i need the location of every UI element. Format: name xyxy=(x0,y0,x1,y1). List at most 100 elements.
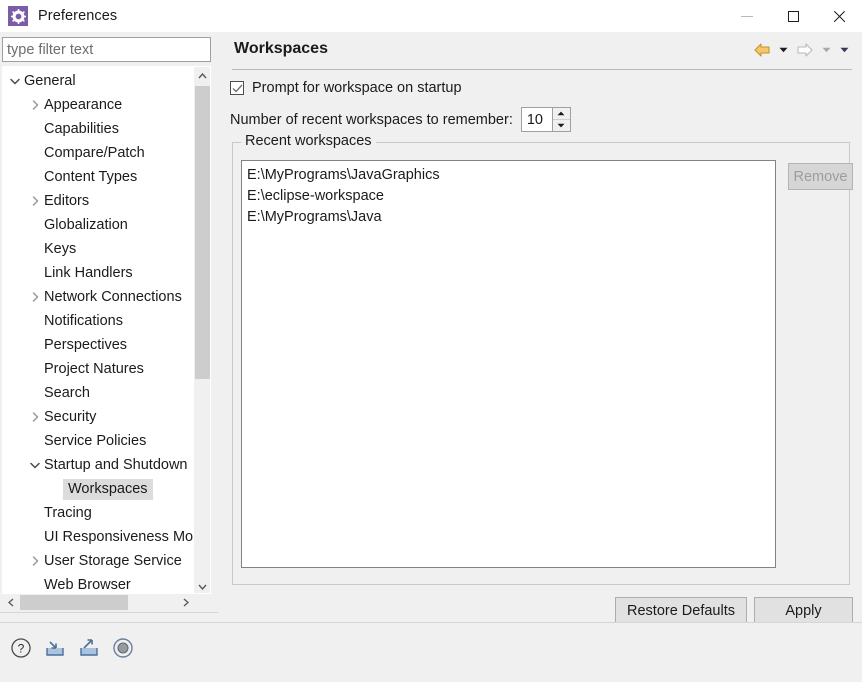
record-icon[interactable] xyxy=(110,635,136,661)
chevron-down-icon[interactable] xyxy=(7,78,23,85)
tree-item-label: Service Policies xyxy=(44,433,147,449)
title-bar: Preferences xyxy=(0,0,862,32)
prompt-workspace-checkbox[interactable] xyxy=(230,81,244,95)
tree-item-search[interactable]: Search xyxy=(3,381,195,405)
tree-item-globalization[interactable]: Globalization xyxy=(3,213,195,237)
back-arrow-icon[interactable] xyxy=(751,41,773,59)
preference-tree[interactable]: General Appearance Capabilities Compare/Pat… xyxy=(2,66,211,594)
tree-item-startup-and-shutdown[interactable]: Startup and Shutdown xyxy=(3,453,195,477)
chevron-right-icon[interactable] xyxy=(27,556,43,566)
restore-defaults-button[interactable]: Restore Defaults xyxy=(615,597,747,625)
tree-item-label: UI Responsiveness Monitoring xyxy=(44,529,210,545)
tree-item-service-policies[interactable]: Service Policies xyxy=(3,429,195,453)
tree-row-list: General Appearance Capabilities Compare/Pat… xyxy=(3,69,210,593)
footer-icon-bar: ? xyxy=(8,635,136,661)
tree-item-label: Notifications xyxy=(44,313,123,329)
page-title: Workspaces xyxy=(234,40,328,57)
tree-horizontal-scrollbar[interactable] xyxy=(2,594,194,611)
scroll-up-icon[interactable] xyxy=(194,67,210,84)
tree-item-appearance[interactable]: Appearance xyxy=(3,93,195,117)
list-item[interactable]: E:\MyPrograms\JavaGraphics xyxy=(247,165,770,186)
remove-button[interactable]: Remove xyxy=(788,163,853,190)
header-divider xyxy=(232,69,852,70)
window-controls xyxy=(724,0,862,32)
minimize-icon xyxy=(741,15,753,17)
tree-item-ui-responsiveness-monitoring[interactable]: UI Responsiveness Monitoring xyxy=(3,525,210,549)
tree-item-label: Web Browser xyxy=(44,577,131,593)
stepper-up-icon[interactable] xyxy=(552,108,570,120)
recent-workspaces-legend: Recent workspaces xyxy=(241,133,376,149)
tree-item-label: Network Connections xyxy=(44,289,182,305)
svg-text:?: ? xyxy=(18,642,25,656)
tree-item-notifications[interactable]: Notifications xyxy=(3,309,195,333)
tree-item-content-types[interactable]: Content Types xyxy=(3,165,195,189)
maximize-icon xyxy=(787,10,799,22)
panel-navigation xyxy=(751,41,852,59)
view-menu-chevron-down-icon[interactable] xyxy=(837,41,852,59)
export-icon[interactable] xyxy=(76,635,102,661)
apply-button[interactable]: Apply xyxy=(754,597,853,625)
tree-item-capabilities[interactable]: Capabilities xyxy=(3,117,195,141)
minimize-button[interactable] xyxy=(724,0,770,32)
chevron-right-icon[interactable] xyxy=(27,100,43,110)
tree-item-editors[interactable]: Editors xyxy=(3,189,195,213)
tree-item-label: Search xyxy=(44,385,90,401)
tree-item-label: Compare/Patch xyxy=(44,145,145,161)
close-icon xyxy=(832,9,846,23)
recent-workspaces-list[interactable]: E:\MyPrograms\JavaGraphics E:\eclipse-wor… xyxy=(241,160,776,568)
tree-item-general[interactable]: General xyxy=(3,69,195,93)
preferences-dialog: Preferences General Appearance Capabilitie… xyxy=(0,0,862,682)
back-menu-chevron-down-icon[interactable] xyxy=(776,41,791,59)
tree-item-keys[interactable]: Keys xyxy=(3,237,195,261)
tree-item-label: Perspectives xyxy=(44,337,128,353)
maximize-button[interactable] xyxy=(770,0,816,32)
list-item[interactable]: E:\eclipse-workspace xyxy=(247,186,770,207)
tree-item-web-browser[interactable]: Web Browser xyxy=(3,573,195,593)
close-button[interactable] xyxy=(816,0,862,32)
chevron-down-icon[interactable] xyxy=(27,462,43,469)
help-icon[interactable]: ? xyxy=(8,635,34,661)
scroll-right-icon[interactable] xyxy=(177,594,194,611)
chevron-right-icon[interactable] xyxy=(27,292,43,302)
tree-item-label: Security xyxy=(44,409,97,425)
tree-item-label: General xyxy=(24,73,76,89)
tree-item-user-storage-service[interactable]: User Storage Service xyxy=(3,549,195,573)
workspaces-panel: Workspaces Prompt for workspace on start… xyxy=(220,32,862,625)
tree-item-label: Project Natures xyxy=(44,361,144,377)
recent-count-value[interactable]: 10 xyxy=(522,108,552,131)
tree-item-label: Workspaces xyxy=(63,478,153,500)
recent-count-label: Number of recent workspaces to remember: xyxy=(230,111,513,128)
tree-item-tracing[interactable]: Tracing xyxy=(3,501,195,525)
forward-menu-chevron-down-icon xyxy=(819,41,834,59)
prompt-workspace-label: Prompt for workspace on startup xyxy=(252,80,462,96)
recent-count-stepper[interactable]: 10 xyxy=(520,107,571,132)
tree-scroll-thumb[interactable] xyxy=(195,86,210,379)
left-divider xyxy=(0,612,218,613)
tree-item-label: Keys xyxy=(44,241,77,257)
window-title: Preferences xyxy=(38,8,118,24)
prompt-workspace-checkbox-row[interactable]: Prompt for workspace on startup xyxy=(230,80,462,96)
stepper-down-icon[interactable] xyxy=(553,120,570,131)
tree-item-label: Tracing xyxy=(44,505,92,521)
tree-item-link-handlers[interactable]: Link Handlers xyxy=(3,261,195,285)
chevron-right-icon[interactable] xyxy=(27,412,43,422)
panel-header: Workspaces xyxy=(220,32,862,70)
tree-item-project-natures[interactable]: Project Natures xyxy=(3,357,195,381)
import-icon[interactable] xyxy=(42,635,68,661)
tree-item-network-connections[interactable]: Network Connections xyxy=(3,285,195,309)
tree-item-label: Content Types xyxy=(44,169,138,185)
chevron-right-icon[interactable] xyxy=(27,196,43,206)
scroll-left-icon[interactable] xyxy=(2,594,19,611)
tree-hscroll-thumb[interactable] xyxy=(20,595,128,610)
tree-item-security[interactable]: Security xyxy=(3,405,195,429)
tree-item-perspectives[interactable]: Perspectives xyxy=(3,333,195,357)
tree-item-workspaces[interactable]: Workspaces xyxy=(3,477,195,501)
tree-item-label: User Storage Service xyxy=(44,553,182,569)
search-input[interactable] xyxy=(2,37,211,62)
dialog-footer: ? xyxy=(0,623,862,682)
tree-item-compare-patch[interactable]: Compare/Patch xyxy=(3,141,195,165)
scroll-down-icon[interactable] xyxy=(194,578,210,593)
list-item[interactable]: E:\MyPrograms\Java xyxy=(247,207,770,228)
tree-vertical-scrollbar[interactable] xyxy=(193,67,210,593)
recent-workspaces-group: Recent workspaces E:\MyPrograms\JavaGrap… xyxy=(232,133,853,585)
